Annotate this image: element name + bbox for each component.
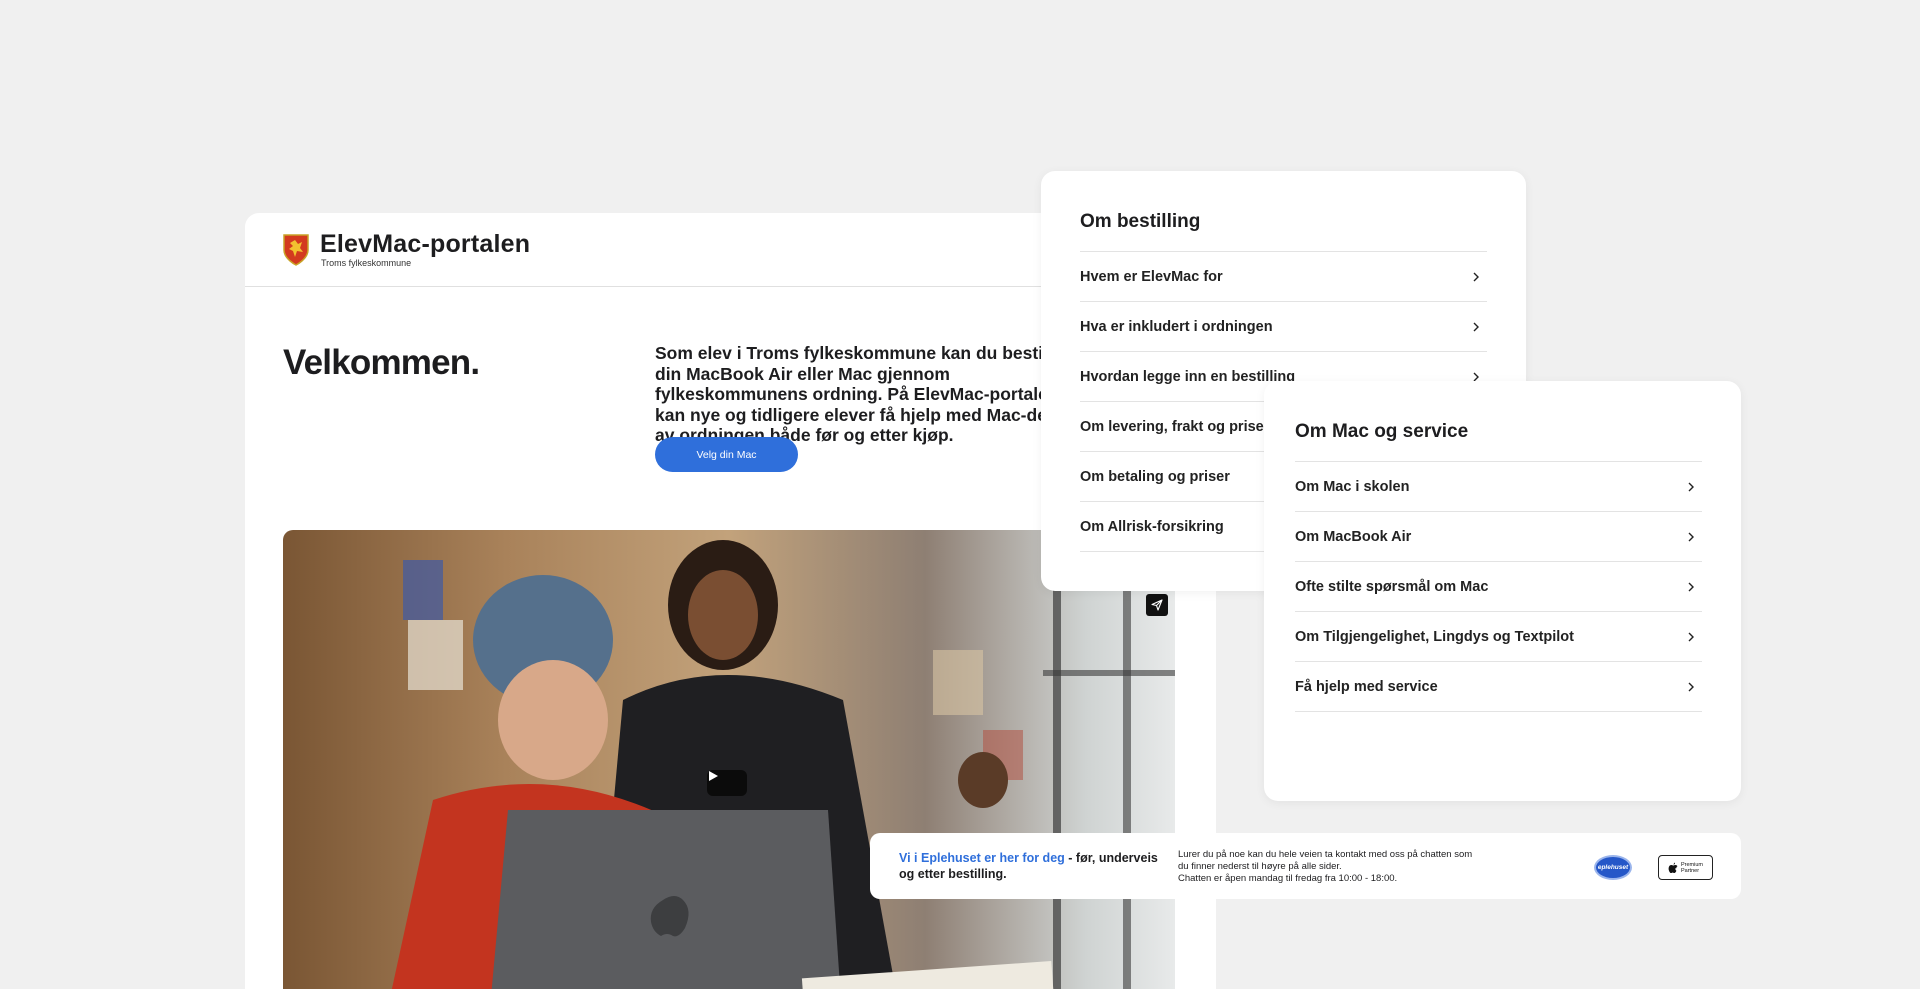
support-highlight: Vi i Eplehuset er her for deg	[899, 851, 1065, 865]
brand-title: ElevMac-portalen	[320, 229, 531, 258]
support-banner: Vi i Eplehuset er her for deg - før, und…	[870, 833, 1741, 899]
share-button[interactable]	[1146, 594, 1168, 616]
menu-item-label: Om Allrisk-forsikring	[1080, 518, 1224, 535]
menu-item-label: Om levering, frakt og priser	[1080, 418, 1270, 435]
menu-item-macbook-air[interactable]: Om MacBook Air	[1295, 512, 1702, 562]
menu-item-included[interactable]: Hva er inkludert i ordningen	[1080, 302, 1487, 352]
partner-line-2: Partner	[1680, 867, 1700, 874]
support-lead: Vi i Eplehuset er her for deg - før, und…	[899, 851, 1159, 882]
paper-plane-icon	[1151, 599, 1163, 611]
brand[interactable]: ElevMac-portalen Troms fylkeskommune	[320, 229, 531, 269]
mac-menu: Om Mac i skolen Om MacBook Air Ofte stil…	[1295, 461, 1702, 712]
menu-item-label: Få hjelp med service	[1295, 678, 1438, 695]
welcome-heading: Velkommen.	[283, 343, 480, 382]
menu-item-label: Om betaling og priser	[1080, 468, 1230, 485]
chevron-right-icon	[1688, 682, 1694, 691]
partner-text: Premium Partner	[1681, 862, 1703, 874]
hero-photo	[391, 530, 1175, 989]
menu-item-mac-in-school[interactable]: Om Mac i skolen	[1295, 462, 1702, 512]
mac-service-panel: Om Mac og service Om Mac i skolen Om Mac…	[1264, 381, 1741, 801]
play-icon	[709, 771, 718, 781]
chevron-right-icon	[1473, 322, 1479, 331]
chevron-right-icon	[1688, 532, 1694, 541]
eplehuset-logo[interactable]: eplehuset	[1594, 855, 1632, 880]
support-info: Lurer du på noe kan du hele veien ta kon…	[1178, 849, 1478, 885]
hero-video[interactable]	[283, 530, 1175, 989]
menu-item-label: Om MacBook Air	[1295, 528, 1412, 545]
menu-item-label: Hva er inkludert i ordningen	[1080, 318, 1273, 335]
menu-item-accessibility[interactable]: Om Tilgjengelighet, Lingdys og Textpilot	[1295, 612, 1702, 662]
menu-item-label: Hvordan legge inn en bestilling	[1080, 368, 1296, 385]
chevron-right-icon	[1688, 632, 1694, 641]
apple-premium-partner-badge: Premium Partner	[1658, 855, 1713, 880]
support-hours: Chatten er åpen mandag til fredag fra 10…	[1178, 873, 1398, 884]
menu-item-label: Om Mac i skolen	[1295, 478, 1410, 495]
order-panel-title: Om bestilling	[1080, 211, 1201, 232]
play-button[interactable]	[707, 770, 747, 796]
apple-logo-icon	[1668, 862, 1678, 873]
menu-item-label: Hvem er ElevMac for	[1080, 268, 1223, 285]
support-info-line: Lurer du på noe kan du hele veien ta kon…	[1178, 849, 1473, 872]
mac-panel-title: Om Mac og service	[1295, 421, 1469, 442]
intro-text: Som elev i Troms fylkeskommune kan du be…	[655, 343, 1073, 445]
menu-item-label: Ofte stilte spørsmål om Mac	[1295, 578, 1489, 595]
menu-item-faq[interactable]: Ofte stilte spørsmål om Mac	[1295, 562, 1702, 612]
menu-item-label: Om Tilgjengelighet, Lingdys og Textpilot	[1295, 628, 1574, 645]
crest-icon	[283, 233, 309, 266]
chevron-right-icon	[1473, 372, 1479, 381]
brand-subtitle: Troms fylkeskommune	[321, 257, 412, 268]
menu-item-service-help[interactable]: Få hjelp med service	[1295, 662, 1702, 712]
chevron-right-icon	[1473, 272, 1479, 281]
partner-line-1: Premium	[1680, 861, 1703, 868]
menu-item-who[interactable]: Hvem er ElevMac for	[1080, 252, 1487, 302]
chevron-right-icon	[1688, 482, 1694, 491]
chevron-right-icon	[1688, 582, 1694, 591]
choose-mac-button[interactable]: Velg din Mac	[655, 437, 798, 472]
